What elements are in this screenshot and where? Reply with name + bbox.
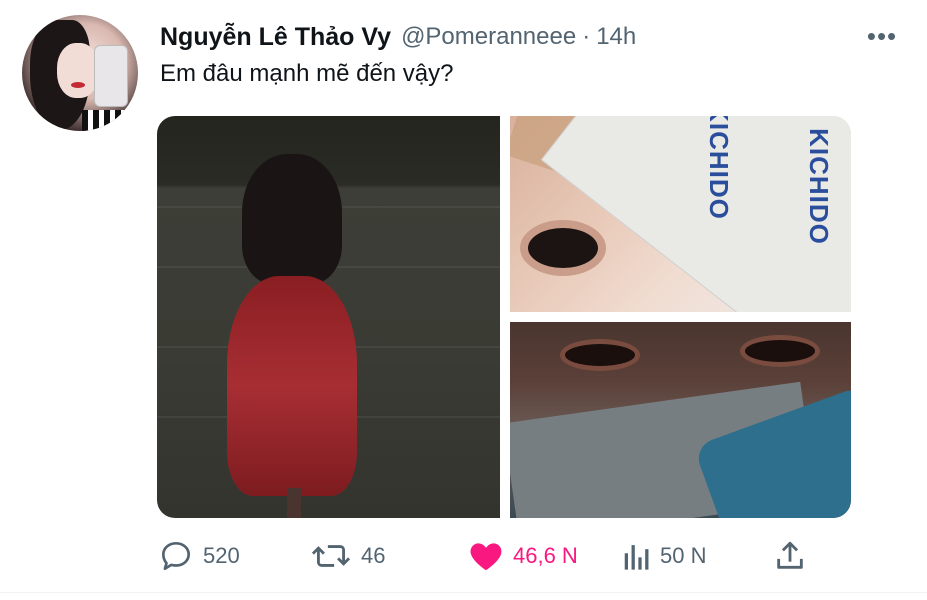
photo-teary-eyes[interactable]: [510, 322, 851, 518]
tweet-action-bar: 520 46 46,6 N 50 N: [157, 536, 857, 576]
retweet-icon: [309, 537, 353, 575]
like-button[interactable]: 46,6 N: [467, 536, 578, 576]
tweet-timestamp[interactable]: 14h: [596, 23, 636, 51]
heart-icon: [467, 537, 505, 575]
tweet-text: Em đâu mạnh mẽ đến vậy?: [160, 60, 454, 87]
retweet-count: 46: [361, 543, 386, 568]
share-icon: [773, 538, 807, 574]
retweet-button[interactable]: 46: [309, 536, 385, 576]
mask-brand-text: KICHIDO: [803, 128, 834, 245]
mask-brand-text: KICHIDO: [703, 116, 734, 220]
views-button[interactable]: 50 N: [622, 536, 706, 576]
reply-count: 520: [203, 543, 240, 568]
author-handle[interactable]: @Pomeranneee: [401, 23, 576, 51]
more-icon[interactable]: •••: [862, 21, 902, 51]
like-count: 46,6 N: [513, 543, 578, 568]
photo-eye-shape: [565, 344, 635, 366]
avatar-face-shape: [57, 43, 99, 98]
tweet-header: Nguyễn Lê Thảo Vy @Pomeranneee · 14h: [160, 22, 636, 52]
avatar-lips-shape: [71, 82, 85, 88]
avatar-phone-shape: [94, 45, 128, 107]
photo-eye-shape: [528, 228, 598, 268]
reply-button[interactable]: 520: [157, 536, 240, 576]
photo-eye-mask[interactable]: KICHIDO KICHIDO: [510, 116, 851, 312]
photo-figure-dress: [227, 276, 357, 496]
share-button[interactable]: [773, 536, 807, 576]
photo-figure-hair: [242, 154, 342, 284]
views-count: 50 N: [660, 543, 707, 568]
media-grid: KICHIDO KICHIDO: [157, 116, 851, 518]
author-avatar[interactable]: [22, 15, 138, 131]
header-separator: ·: [582, 23, 591, 50]
tweet-divider: [0, 592, 927, 593]
views-icon: [622, 539, 652, 573]
author-name[interactable]: Nguyễn Lê Thảo Vy: [160, 23, 391, 52]
photo-girl-red-dress[interactable]: [157, 116, 500, 518]
photo-eye-shape: [745, 340, 815, 362]
photo-figure-leg: [287, 488, 301, 518]
reply-icon: [157, 537, 195, 575]
avatar-shirt-shape: [82, 110, 138, 131]
